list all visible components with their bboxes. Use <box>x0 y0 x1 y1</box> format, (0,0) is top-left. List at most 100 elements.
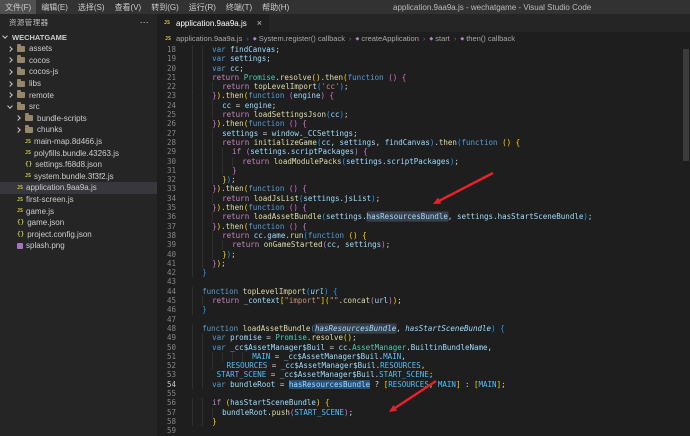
code-line[interactable]: 37 }).then(function () { <box>157 221 690 231</box>
more-actions-icon[interactable]: ⋯ <box>140 17 149 28</box>
tree-item-first-screen.js[interactable]: JS first-screen.js <box>0 194 157 206</box>
code-line[interactable]: 32 }); <box>157 175 690 185</box>
breadcrumb-item[interactable]: ◆ then() callback <box>460 34 515 43</box>
menu-item[interactable]: 终端(T) <box>221 0 257 14</box>
code-line[interactable]: 51 MAIN = _cc$AssetManager$Buil.MAIN, <box>157 351 690 362</box>
indent-guide <box>192 323 202 334</box>
code-line[interactable]: 53 START_SCENE = _cc$AssetManager$Buil.S… <box>157 370 690 380</box>
menu-item[interactable]: 帮助(H) <box>257 0 294 14</box>
menu-item[interactable]: 查看(V) <box>110 0 147 14</box>
code-line[interactable]: 55 <box>157 389 690 398</box>
breadcrumb-item[interactable]: JS application.9aa9a.js <box>165 34 242 43</box>
code-token: _cc$AssetManager$Buil <box>280 361 376 371</box>
menu-item[interactable]: 文件(F) <box>0 0 37 14</box>
code-line[interactable]: 18 var findCanvas; <box>157 45 690 55</box>
code-editor[interactable]: 18 var findCanvas; 19 var settings; 20 var… <box>157 45 690 436</box>
code-token: { <box>324 398 330 408</box>
workspace-section-header[interactable]: WECHATGAME <box>0 31 157 43</box>
tree-item-settings.f68d8.json[interactable]: {} settings.f68d8.json <box>0 159 157 171</box>
code-line[interactable]: 46 } <box>157 305 690 315</box>
code-line[interactable]: 48 function loadAssetBundle(hasResources… <box>157 323 690 334</box>
code-token: ; <box>348 407 354 417</box>
code-line[interactable]: 27 settings = window._CCSettings; <box>157 128 690 138</box>
menu-item[interactable]: 转到(G) <box>146 0 184 14</box>
code-line[interactable]: 33 }).then(function () { <box>157 184 690 194</box>
code-line[interactable]: 38 return cc.game.run(function () { <box>157 230 690 241</box>
code-token: if <box>232 147 246 157</box>
code-line[interactable]: 57 bundleRoot.push(START_SCENE); <box>157 407 690 417</box>
tree-item-label: system.bundle.3f3f2.js <box>34 171 114 181</box>
breadcrumb-item[interactable]: ◆ System.register() callback <box>253 34 345 43</box>
code-line[interactable]: 24 cc = engine; <box>157 100 690 111</box>
code-token: { <box>302 184 307 194</box>
tree-item-src[interactable]: src <box>0 101 157 113</box>
code-line[interactable]: 21 return Promise.resolve().then(functio… <box>157 72 690 83</box>
code-line[interactable]: 52 RESOURCES = _cc$AssetManager$Buil.RES… <box>157 361 690 371</box>
code-line[interactable]: 30 return loadModulePacks(settings.scrip… <box>157 156 690 166</box>
indent-guide <box>183 119 192 128</box>
code-line[interactable]: 34 return loadJsList(settings.jsList); <box>157 193 690 204</box>
code-line[interactable]: 49 var promise = Promise.resolve(); <box>157 333 690 343</box>
code-line[interactable]: 42 } <box>157 268 690 278</box>
tree-item-label: bundle-scripts <box>37 113 87 123</box>
line-number: 57 <box>166 407 176 417</box>
code-line[interactable]: 43 <box>157 277 690 286</box>
tree-item-chunks[interactable]: chunks <box>0 124 157 136</box>
tree-item-libs[interactable]: libs <box>0 78 157 90</box>
code-line[interactable]: 47 <box>157 315 690 324</box>
tree-item-bundle-scripts[interactable]: bundle-scripts <box>0 113 157 125</box>
window-title: application.9aa9a.js - wechatgame - Visu… <box>393 2 592 12</box>
tree-item-system.bundle.3f3f2.js[interactable]: JS system.bundle.3f3f2.js <box>0 171 157 183</box>
code-line[interactable]: 35 }).then(function () { <box>157 203 690 213</box>
tree-item-cocos-js[interactable]: cocos-js <box>0 66 157 78</box>
breadcrumb-item[interactable]: ◆ start <box>429 34 449 43</box>
tree-item-application.9aa9a.js[interactable]: JS application.9aa9a.js <box>0 182 157 194</box>
tree-item-polyfills.bundle.43263.js[interactable]: JS polyfills.bundle.43263.js <box>0 147 157 159</box>
tree-item-project.config.json[interactable]: {} project.config.json <box>0 229 157 241</box>
code-line[interactable]: 40 }); <box>157 249 690 259</box>
code-line[interactable]: 20 var cc; <box>157 63 690 73</box>
code-line[interactable]: 19 var settings; <box>157 54 690 64</box>
menu-item[interactable]: 选择(S) <box>73 0 110 14</box>
code-line[interactable]: 25 return loadSettingsJson(cc); <box>157 110 690 120</box>
code-line[interactable]: 45 return _context["import"]("".concat(u… <box>157 296 690 306</box>
code-line[interactable]: 59 <box>157 426 690 435</box>
tree-item-main-map.8d466.js[interactable]: JS main-map.8d466.js <box>0 136 157 148</box>
code-line-content: }); <box>183 258 226 269</box>
code-line[interactable]: 26 }).then(function () { <box>157 119 690 129</box>
code-line-content: var _cc$AssetManager$Buil = cc.AssetMana… <box>183 342 492 352</box>
code-line[interactable]: 23 }).then(function (engine) { <box>157 91 690 101</box>
menu-item[interactable]: 编辑(E) <box>36 0 73 14</box>
code-line[interactable]: 36 return loadAssetBundle(settings.hasRe… <box>157 212 690 222</box>
breadcrumb-item[interactable]: ◆ createApplication <box>355 34 418 43</box>
code-line-content: function loadAssetBundle(hasResourcesBun… <box>183 323 505 334</box>
code-line[interactable]: 28 return initializeGame(cc, settings, f… <box>157 137 690 148</box>
indent-guide <box>212 249 222 259</box>
code-line[interactable]: 58 } <box>157 416 690 427</box>
code-line[interactable]: 54 var bundleRoot = hasResourcesBundle ?… <box>157 379 690 389</box>
code-line[interactable]: 31 } <box>157 165 690 176</box>
tree-item-game.json[interactable]: {} game.json <box>0 217 157 229</box>
code-line[interactable]: 56 if (hasStartSceneBundle) { <box>157 398 690 408</box>
tab-application-9aa9a-js[interactable]: JS application.9aa9a.js × <box>157 14 270 32</box>
scrollbar-thumb[interactable] <box>683 49 689 161</box>
code-line[interactable]: 44 function topLevelImport(url) { <box>157 286 690 297</box>
folder-icon <box>17 66 25 75</box>
code-token: loadAssetBundle <box>242 323 311 333</box>
tree-item-remote[interactable]: remote <box>0 89 157 101</box>
code-line[interactable]: 50 var _cc$AssetManager$Buil = cc.AssetM… <box>157 342 690 352</box>
tree-item-assets[interactable]: assets <box>0 43 157 55</box>
close-icon[interactable]: × <box>257 18 262 28</box>
code-line-content: return loadAssetBundle(settings.hasResou… <box>183 212 592 222</box>
code-line[interactable]: 29 if (settings.scriptPackages) { <box>157 147 690 157</box>
indent-guide <box>222 156 232 166</box>
code-line[interactable]: 39 return onGameStarted(cc, settings); <box>157 240 690 250</box>
code-line[interactable]: 41 }); <box>157 258 690 269</box>
tree-item-splash.png[interactable]: splash.png <box>0 240 157 252</box>
tree-item-cocos[interactable]: cocos <box>0 55 157 67</box>
code-token: ; <box>385 240 391 250</box>
code-line[interactable]: 22 return topLevelImport('cc'); <box>157 82 690 92</box>
menu-item[interactable]: 运行(R) <box>184 0 221 14</box>
tree-item-game.js[interactable]: JS game.js <box>0 205 157 217</box>
tree-item-label: cocos <box>29 55 50 65</box>
